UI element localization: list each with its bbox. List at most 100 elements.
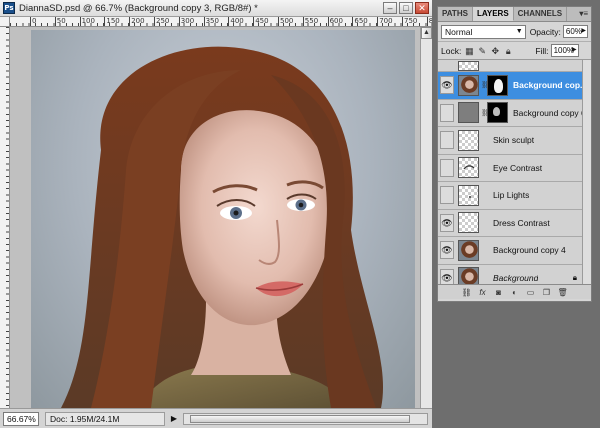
eye-stroke-icon: [463, 165, 475, 170]
layer-name[interactable]: Eye Contrast: [493, 163, 542, 173]
ruler-tick-label: 800: [426, 17, 432, 26]
layer-thumbnail: [458, 102, 479, 124]
ruler-tick-label: 400: [228, 17, 244, 26]
group-icon[interactable]: ▭: [526, 288, 536, 297]
horizontal-ruler[interactable]: 0 50 100 150 200 250 300 350 400 450 500 550 600 650 7…: [10, 17, 432, 27]
layer-row[interactable]: Eye Contrast: [438, 154, 591, 182]
eye-toggle-off[interactable]: [440, 158, 454, 177]
layer-thumbnail: [458, 184, 479, 206]
lock-all-icon[interactable]: 🔒︎: [503, 46, 513, 56]
layer-thumbnail: [458, 212, 479, 234]
layer-thumbnail: [458, 129, 479, 151]
panel-tabs: PATHS LAYERS CHANNELS ▾≡: [438, 7, 591, 22]
trash-icon[interactable]: 🗑︎: [558, 288, 568, 297]
status-menu-arrow-icon[interactable]: ▶: [169, 413, 179, 425]
eye-toggle-off[interactable]: [440, 103, 454, 122]
layer-thumbnail: [458, 60, 479, 71]
opacity-value: 60%: [565, 27, 582, 36]
ruler-tick-label: 100: [79, 17, 95, 26]
ruler-tick-label: 0: [29, 17, 37, 26]
blend-mode-select[interactable]: Normal ▼: [441, 24, 526, 39]
close-button[interactable]: ✕: [415, 2, 429, 14]
ruler-origin[interactable]: [0, 17, 10, 27]
eye-icon[interactable]: 👁︎: [440, 76, 454, 95]
layers-bottom-toolbar: ⛓︎ fx ◙ ◐ ▭ ❐ 🗑︎: [438, 284, 591, 299]
blend-row: Normal ▼ Opacity: 60% ▶: [438, 22, 591, 42]
opacity-field[interactable]: 60% ▶: [562, 25, 588, 38]
ruler-tick-label: 750: [401, 17, 418, 26]
layer-row[interactable]: 👁︎ Background copy 4: [438, 237, 591, 265]
layer-name[interactable]: Background copy 6: [513, 108, 586, 118]
lock-transparent-icon[interactable]: ▦: [464, 46, 474, 56]
zoom-level-field[interactable]: 66.67%: [3, 411, 39, 426]
link-icon[interactable]: ⛓︎: [462, 288, 472, 297]
layer-name[interactable]: Skin sculpt: [493, 135, 534, 145]
window-title: DiannaSD.psd @ 66.7% (Background copy 3,…: [19, 2, 258, 14]
minimize-button[interactable]: –: [383, 2, 397, 14]
opacity-label: Opacity:: [529, 26, 561, 37]
layer-row[interactable]: Lip Lights: [438, 182, 591, 210]
layer-row[interactable]: ⛓︎ Background copy 6: [438, 99, 591, 127]
lock-position-icon[interactable]: ✥: [490, 46, 500, 56]
tab-paths[interactable]: PATHS: [438, 7, 473, 21]
blend-mode-value: Normal: [445, 26, 473, 37]
layer-mask-thumbnail[interactable]: [487, 102, 508, 124]
mask-icon[interactable]: ◙: [494, 288, 504, 297]
eye-icon[interactable]: 👁︎: [440, 241, 454, 260]
scroll-up-arrow-icon[interactable]: ▲: [421, 27, 432, 39]
layer-thumbnail: [458, 157, 479, 179]
layer-thumbnail: [458, 267, 479, 284]
vertical-scrollbar[interactable]: ▲: [420, 27, 432, 408]
layer-name[interactable]: Background: [493, 273, 538, 283]
maximize-button[interactable]: □: [399, 2, 413, 14]
adjustment-icon[interactable]: ◐: [510, 288, 520, 297]
document-size-info[interactable]: Doc: 1.95M/24.1M: [45, 411, 165, 426]
layer-row[interactable]: 👁︎ Background 🔒︎: [438, 264, 591, 284]
panel-menu-icon[interactable]: ▾≡: [579, 9, 588, 18]
layer-name[interactable]: Dress Contrast: [493, 218, 550, 228]
ruler-tick-label: 250: [153, 17, 170, 26]
eye-icon[interactable]: 👁︎: [440, 268, 454, 284]
fill-dropdown-icon[interactable]: ▶: [572, 45, 577, 56]
ruler-tick-label: 150: [104, 17, 120, 26]
eye-toggle-off[interactable]: [440, 131, 454, 150]
canvas-area[interactable]: [10, 27, 420, 408]
ruler-tick-label: 600: [327, 17, 343, 26]
lock-icon: 🔒︎: [572, 272, 577, 282]
fill-field[interactable]: 100% ▶: [550, 44, 579, 57]
fx-icon[interactable]: fx: [478, 288, 488, 297]
layer-mask-thumbnail[interactable]: [487, 74, 508, 96]
portrait-drawing: [61, 46, 384, 408]
ruler-tick-label: 50: [54, 17, 66, 26]
layer-row[interactable]: 👁︎ ⛓︎ Background cop...: [438, 72, 591, 100]
opacity-dropdown-icon[interactable]: ▶: [581, 26, 586, 37]
tab-channels[interactable]: CHANNELS: [514, 7, 568, 21]
document-window: Ps DiannaSD.psd @ 66.7% (Background copy…: [0, 0, 432, 428]
status-bar: 66.67% Doc: 1.95M/24.1M ▶: [0, 408, 432, 428]
ruler-tick-label: 650: [352, 17, 368, 26]
vertical-ruler[interactable]: [0, 27, 10, 408]
lip-dot-icon: [469, 195, 471, 198]
layers-panel: PATHS LAYERS CHANNELS ▾≡ Normal ▼ Opacit…: [437, 6, 592, 302]
layers-list[interactable]: 👁︎ ⛓︎ Background cop... ⛓︎ Background co…: [438, 60, 591, 284]
portrait-image: [31, 30, 415, 408]
layer-row[interactable]: 👁︎ Dress Contrast: [438, 209, 591, 237]
layer-name[interactable]: Background copy 4: [493, 245, 566, 255]
layer-name[interactable]: Lip Lights: [493, 190, 529, 200]
layer-row-partial[interactable]: [438, 60, 591, 72]
lock-pixels-icon[interactable]: ✎: [477, 46, 487, 56]
horizontal-scrollbar[interactable]: [183, 412, 428, 425]
title-bar[interactable]: Ps DiannaSD.psd @ 66.7% (Background copy…: [0, 0, 432, 17]
lock-row: Lock: ▦ ✎ ✥ 🔒︎ Fill: 100% ▶: [438, 42, 591, 60]
layer-row[interactable]: Skin sculpt: [438, 127, 591, 155]
panel-scrollbar[interactable]: [582, 60, 591, 284]
layer-name[interactable]: Background cop...: [513, 80, 587, 90]
new-layer-icon[interactable]: ❐: [542, 288, 552, 297]
eye-icon[interactable]: 👁︎: [440, 213, 454, 232]
photoshop-icon: Ps: [3, 2, 15, 14]
ruler-tick-label: 350: [203, 17, 219, 26]
tab-layers[interactable]: LAYERS: [472, 7, 514, 21]
eye-toggle-off[interactable]: [440, 186, 454, 205]
lock-label: Lock:: [441, 45, 462, 56]
scroll-thumb[interactable]: [190, 414, 410, 423]
